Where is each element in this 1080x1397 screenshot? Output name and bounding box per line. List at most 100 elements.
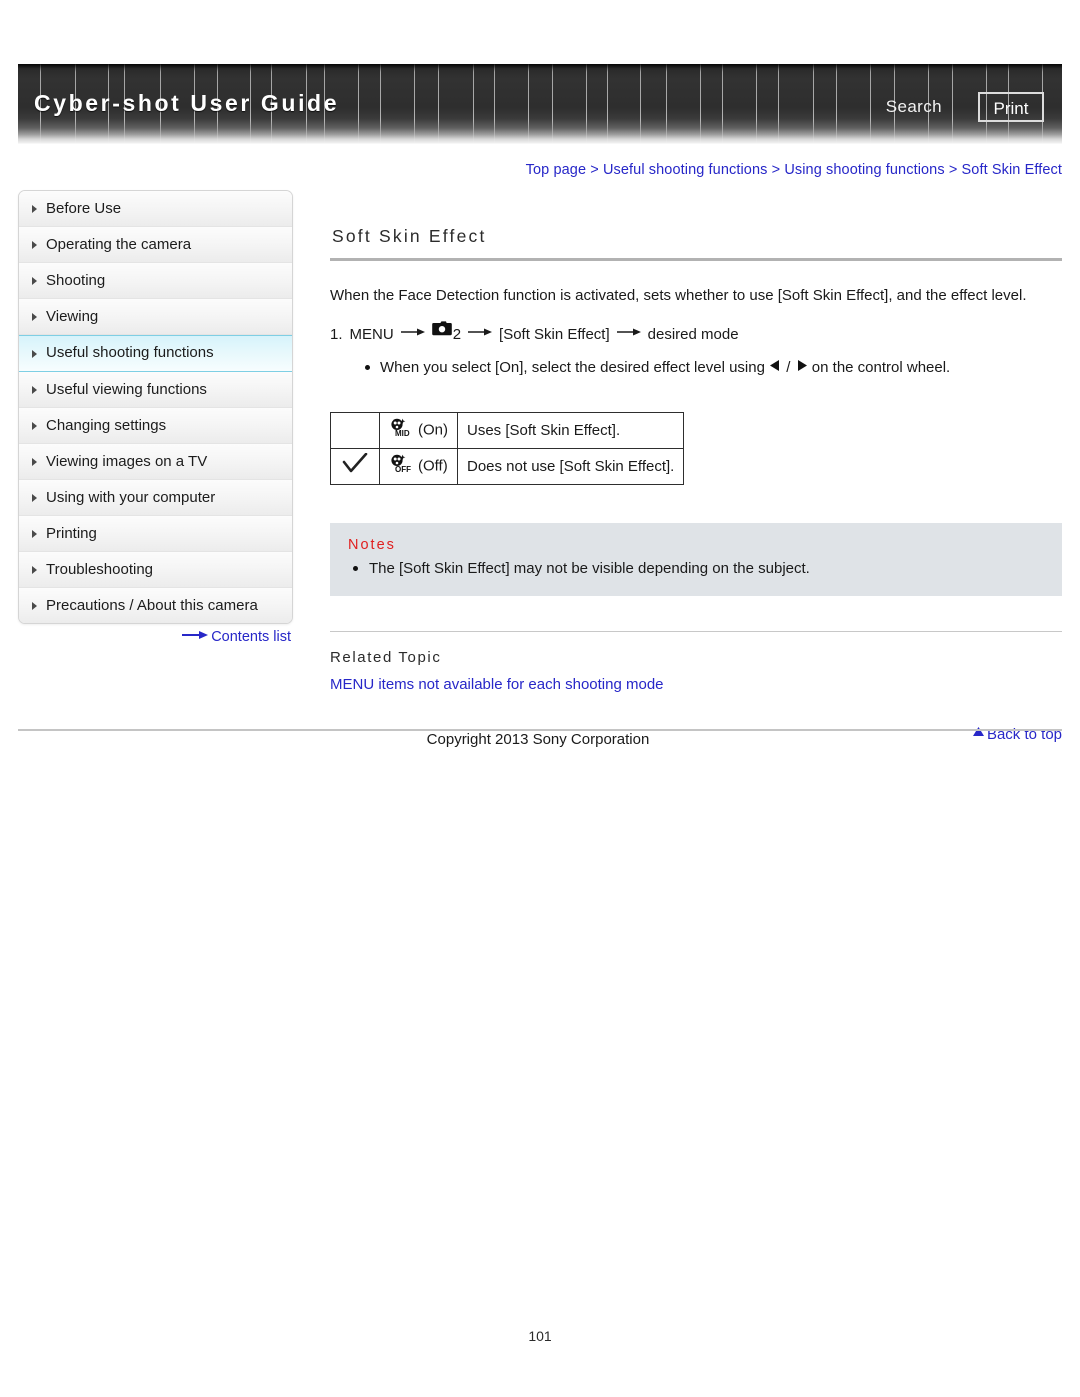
notes-box: Notes The [Soft Skin Effect] may not be … xyxy=(330,522,1062,596)
table-row: OFF (Off) Does not use [Soft Skin Effect]. xyxy=(330,447,685,485)
breadcrumb-item[interactable]: Using shooting functions xyxy=(784,162,944,178)
banner-stripe xyxy=(358,64,359,144)
sidebar-item-operating-the-camera[interactable]: Operating the camera xyxy=(19,227,292,263)
banner-stripe xyxy=(666,64,667,144)
options-table: MID (On) Uses [Soft Skin Effect]. OFF (Off) D… xyxy=(330,411,685,485)
banner-stripe xyxy=(494,64,495,144)
related-topic-link[interactable]: MENU items not available for each shooti… xyxy=(330,676,1062,693)
banner-stripe xyxy=(552,64,553,144)
arrow-right-icon xyxy=(182,628,209,644)
breadcrumb-item[interactable]: Top page xyxy=(526,162,586,178)
banner-stripe xyxy=(473,64,474,144)
banner-stripe xyxy=(607,64,608,144)
sidebar-item-viewing-images-on-a-tv[interactable]: Viewing images on a TV xyxy=(19,444,292,480)
sidebar-item-useful-shooting-functions[interactable]: Useful shooting functions xyxy=(19,335,292,372)
contents-list-label: Contents list xyxy=(211,629,291,645)
step-number: 1. xyxy=(330,326,343,343)
step-tab-number: 2 xyxy=(452,326,462,343)
banner-stripe xyxy=(778,64,779,144)
sidebar-item-label: Viewing xyxy=(46,308,99,325)
banner-stripe xyxy=(836,64,837,144)
notes-item-list: The [Soft Skin Effect] may not be visibl… xyxy=(348,558,1044,580)
banner-stripe xyxy=(813,64,814,144)
related-divider xyxy=(330,630,1062,632)
table-row: MID (On) Uses [Soft Skin Effect]. xyxy=(330,411,685,449)
sidebar-navigation: Before Use Operating the camera Shooting Vi… xyxy=(18,190,293,624)
svg-text:OFF: OFF xyxy=(395,465,411,473)
breadcrumb-separator: > xyxy=(944,162,962,178)
notes-title: Notes xyxy=(348,536,396,553)
sidebar-item-label: Precautions / About this camera xyxy=(46,597,258,614)
arrow-left-triangle-icon xyxy=(769,355,782,380)
sidebar-item-using-with-your-computer[interactable]: Using with your computer xyxy=(19,480,292,516)
mode-cell: MID (On) xyxy=(379,411,458,449)
description-cell: Does not use [Soft Skin Effect]. xyxy=(456,447,685,485)
sidebar-item-label: Viewing images on a TV xyxy=(46,453,208,470)
sidebar-item-printing[interactable]: Printing xyxy=(19,516,292,552)
step-result-label: desired mode xyxy=(647,326,739,343)
selected-check-cell xyxy=(330,447,380,485)
sidebar-item-troubleshooting[interactable]: Troubleshooting xyxy=(19,552,292,588)
note-item: The [Soft Skin Effect] may not be visibl… xyxy=(348,558,1044,580)
breadcrumb-separator: > xyxy=(767,162,785,178)
arrow-right-icon xyxy=(400,320,425,346)
svg-text:MID: MID xyxy=(395,429,410,437)
breadcrumb-item[interactable]: Useful shooting functions xyxy=(603,162,768,178)
step-menu-label: MENU xyxy=(349,326,394,343)
sidebar-item-label: Useful shooting functions xyxy=(46,344,214,361)
banner-stripe xyxy=(640,64,641,144)
soft-skin-effect-icon: OFF xyxy=(389,454,415,477)
banner-stripe xyxy=(586,64,587,144)
sub-bullet-separator: / xyxy=(786,359,791,377)
page-header-banner: Cyber-shot User Guide Search Print xyxy=(18,64,1062,144)
arrow-right-triangle-icon xyxy=(795,355,808,380)
sidebar-item-changing-settings[interactable]: Changing settings xyxy=(19,408,292,444)
banner-stripe xyxy=(870,64,871,144)
step-item: 1. MENU 2 [Soft Skin Effect] desired mod… xyxy=(330,320,1062,348)
sidebar-item-label: Operating the camera xyxy=(46,236,192,253)
sub-bullet-text-pre: When you select [On], select the desired… xyxy=(380,359,765,377)
print-button[interactable]: Print xyxy=(978,92,1044,122)
banner-stripe xyxy=(756,64,757,144)
search-link[interactable]: Search xyxy=(886,97,942,117)
banner-stripe xyxy=(414,64,415,144)
related-topic-link-list: MENU items not available for each shooti… xyxy=(330,676,1062,693)
sidebar-item-before-use[interactable]: Before Use xyxy=(19,191,292,227)
banner-stripe xyxy=(952,64,953,144)
app-title: Cyber-shot User Guide xyxy=(34,90,340,116)
contents-list-link[interactable]: Contents list xyxy=(18,629,291,645)
related-topic-title: Related Topic xyxy=(330,648,442,666)
mode-label: (On) xyxy=(418,421,448,439)
page-title: Soft Skin Effect xyxy=(332,226,487,246)
step-sub-bullet: When you select [On], select the desired… xyxy=(364,355,1062,381)
sidebar-item-viewing[interactable]: Viewing xyxy=(19,299,292,335)
sidebar-item-label: Troubleshooting xyxy=(46,561,154,578)
main-content: Soft Skin Effect When the Face Detection… xyxy=(330,226,1062,743)
banner-stripe xyxy=(528,64,529,144)
breadcrumb: Top page > Useful shooting functions > U… xyxy=(526,162,1062,178)
step-list: 1. MENU 2 [Soft Skin Effect] desired mod… xyxy=(330,320,1062,381)
title-divider xyxy=(330,258,1062,261)
banner-stripe xyxy=(438,64,439,144)
soft-skin-effect-icon: MID xyxy=(389,418,415,441)
sub-bullet-text-post: on the control wheel. xyxy=(811,359,951,377)
sidebar-item-shooting[interactable]: Shooting xyxy=(19,263,292,299)
banner-stripe xyxy=(722,64,723,144)
banner-stripe xyxy=(380,64,381,144)
selected-check-cell xyxy=(330,411,380,449)
breadcrumb-item: Soft Skin Effect xyxy=(961,162,1062,178)
sidebar-item-label: Shooting xyxy=(46,272,106,289)
copyright-text: Copyright 2013 Sony Corporation xyxy=(426,731,650,748)
sidebar-item-label: Before Use xyxy=(46,200,122,217)
mode-label: (Off) xyxy=(418,457,448,475)
sidebar-item-label: Useful viewing functions xyxy=(46,381,207,398)
sidebar-item-label: Using with your computer xyxy=(46,489,216,506)
step-item-label: [Soft Skin Effect] xyxy=(499,326,610,343)
sidebar-item-precautions-about-this-camera[interactable]: Precautions / About this camera xyxy=(19,588,292,623)
sidebar-item-useful-viewing-functions[interactable]: Useful viewing functions xyxy=(19,372,292,408)
sidebar-item-label: Changing settings xyxy=(46,417,167,434)
breadcrumb-separator: > xyxy=(586,162,603,178)
banner-stripe xyxy=(700,64,701,144)
arrow-right-icon xyxy=(616,320,641,346)
camera-icon xyxy=(431,320,452,346)
